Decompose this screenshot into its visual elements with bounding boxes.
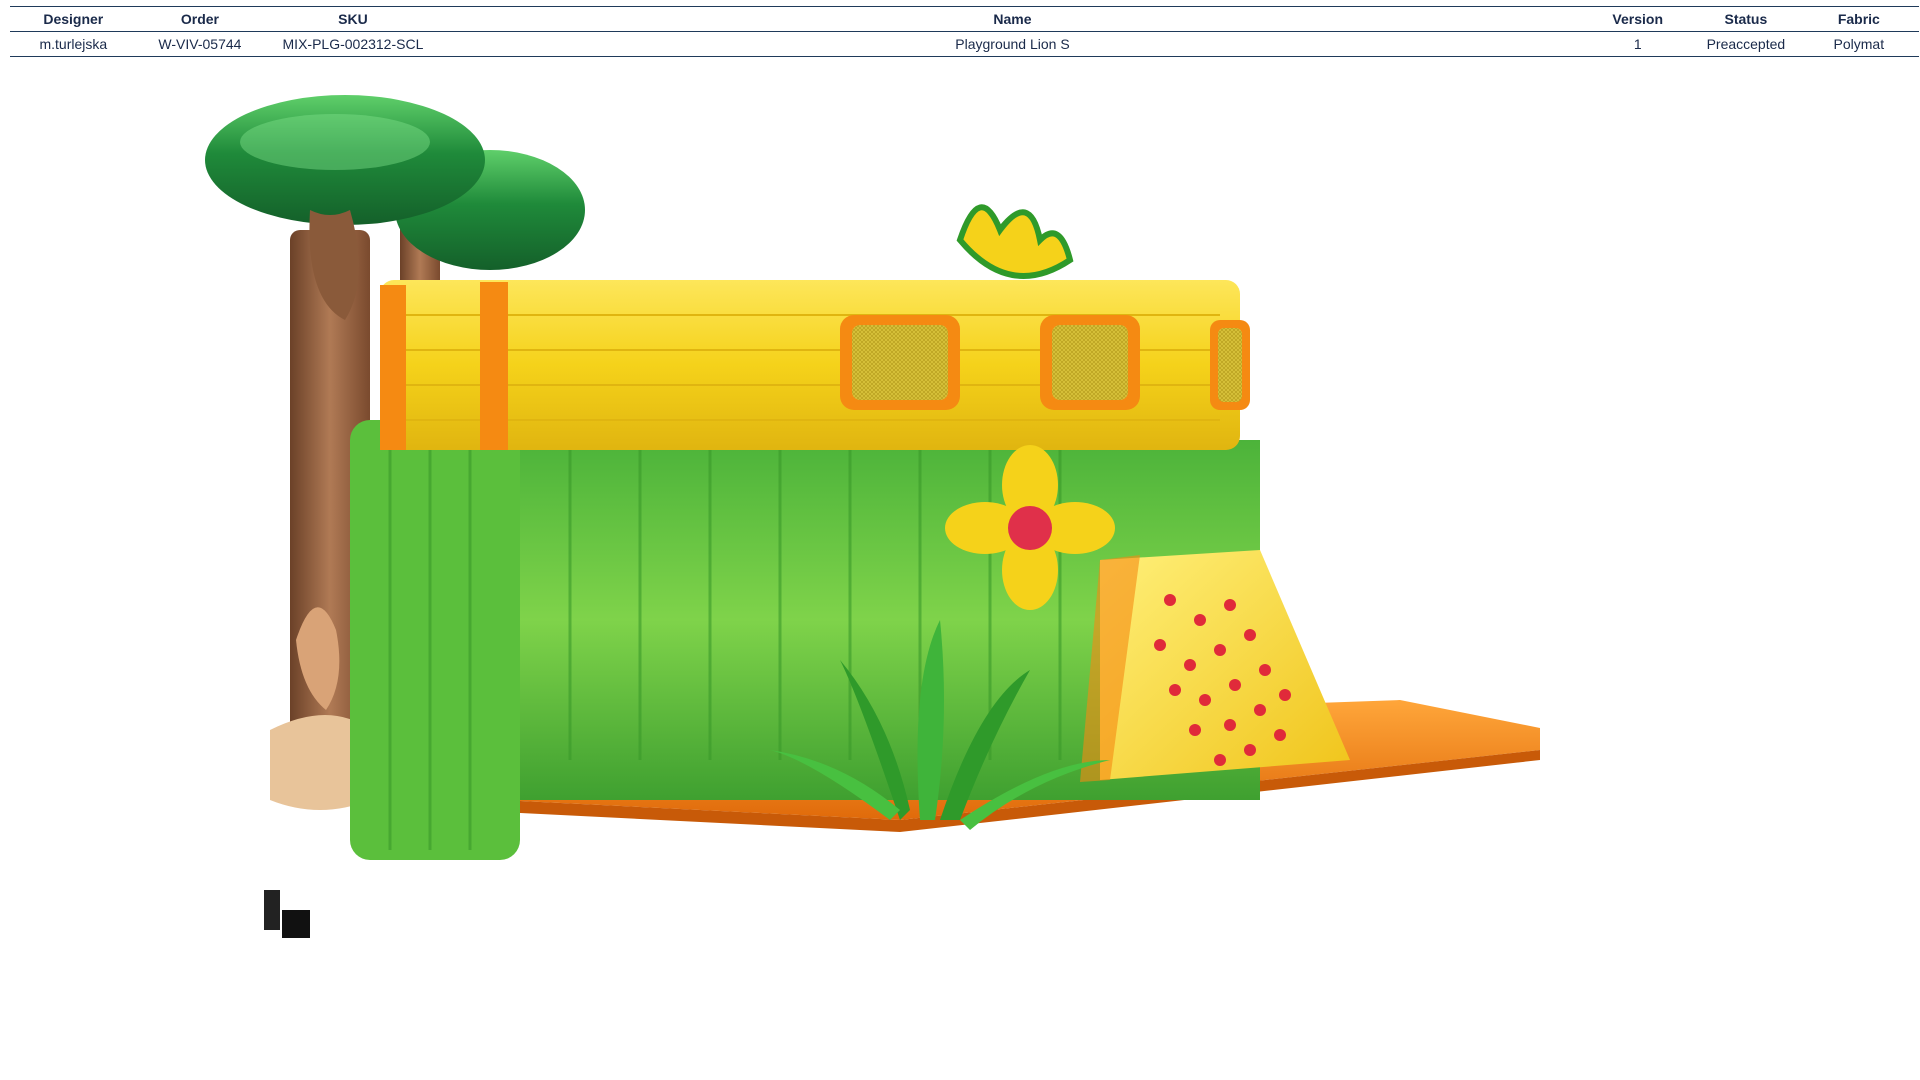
cell-sku: MIX-PLG-002312-SCL xyxy=(263,31,443,57)
header-designer: Designer xyxy=(10,6,137,32)
climbing-slope xyxy=(1080,550,1350,782)
cell-fabric: Polymat xyxy=(1798,31,1919,57)
inflatable-playground-render xyxy=(205,95,1540,938)
product-info-table: Designer Order SKU Name Version Status F… xyxy=(10,6,1919,57)
header-status: Status xyxy=(1693,6,1799,32)
table-row: m.turlejska W-VIV-05744 MIX-PLG-002312-S… xyxy=(10,31,1919,57)
cell-order: W-VIV-05744 xyxy=(136,31,264,57)
header-fabric: Fabric xyxy=(1798,6,1919,32)
header-version: Version xyxy=(1582,6,1694,32)
table-header-row: Designer Order SKU Name Version Status F… xyxy=(10,6,1919,32)
cell-name: Playground Lion S xyxy=(442,31,1583,57)
cell-version: 1 xyxy=(1582,31,1694,57)
header-sku: SKU xyxy=(263,6,443,32)
header-name: Name xyxy=(442,6,1583,32)
header-order: Order xyxy=(136,6,264,32)
cell-status: Preaccepted xyxy=(1693,31,1799,57)
cell-designer: m.turlejska xyxy=(10,31,137,57)
